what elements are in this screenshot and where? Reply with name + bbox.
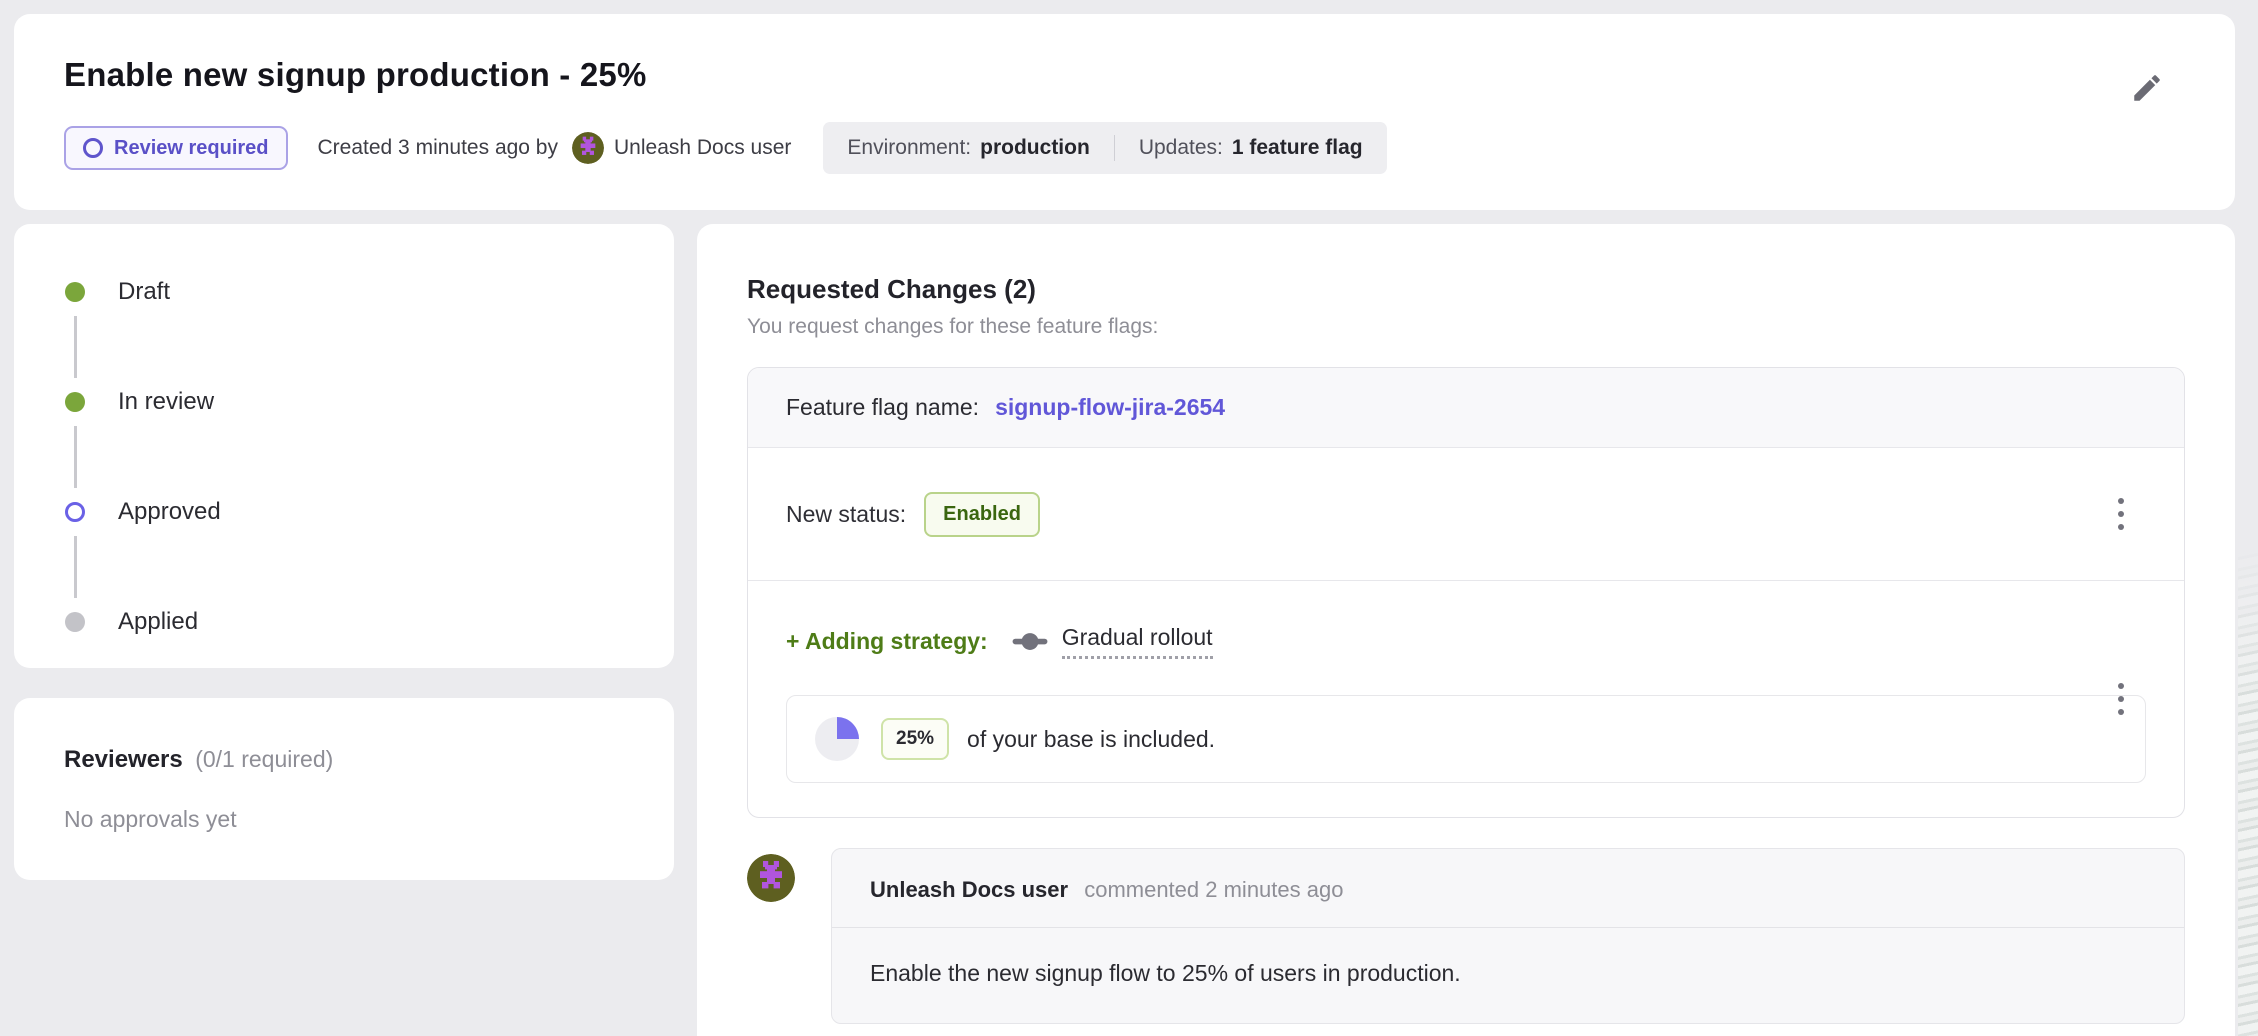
comment-timestamp: commented 2 minutes ago	[1084, 877, 1343, 902]
timeline-connector	[74, 426, 77, 488]
pencil-icon	[2130, 71, 2164, 105]
step-pending-dot-icon	[65, 612, 85, 632]
rollout-description: of your base is included.	[967, 726, 1215, 753]
kebab-menu-icon	[2118, 498, 2124, 504]
edit-title-button[interactable]	[2125, 66, 2169, 110]
environment-label: Environment:	[847, 136, 971, 160]
timeline-step-draft: Draft	[64, 278, 634, 306]
requested-changes-title: Requested Changes (2)	[747, 274, 2185, 305]
author-avatar	[572, 132, 604, 164]
avatar-robot-icon	[747, 854, 795, 902]
comment-thread: Unleash Docs user commented 2 minutes ag…	[747, 848, 2185, 1024]
timeline-step-label: Draft	[118, 278, 170, 306]
flag-name-row: Feature flag name: signup-flow-jira-2654	[748, 368, 2184, 448]
background-texture	[2238, 552, 2258, 1036]
pill-divider	[1114, 135, 1115, 161]
no-approvals-text: No approvals yet	[64, 806, 634, 833]
timeline-step-label: Applied	[118, 608, 198, 636]
page-title: Enable new signup production - 25%	[64, 56, 2185, 94]
reviewers-title: Reviewers	[64, 746, 183, 773]
change-request-header-card: Enable new signup production - 25% Revie…	[14, 14, 2235, 210]
kebab-menu-icon	[2118, 683, 2124, 689]
commenter-avatar	[747, 854, 795, 902]
circle-outline-icon	[83, 138, 103, 158]
requested-changes-card: Requested Changes (2) You request change…	[697, 224, 2235, 1036]
step-done-dot-icon	[65, 282, 85, 302]
status-row-menu-button[interactable]	[2110, 490, 2132, 538]
strategy-name-link[interactable]: Gradual rollout	[1062, 624, 1213, 659]
timeline-step-applied: Applied	[64, 608, 634, 636]
timeline-connector	[74, 316, 77, 378]
strategy-row-menu-button[interactable]	[2110, 675, 2132, 723]
comment-header: Unleash Docs user commented 2 minutes ag…	[832, 849, 2184, 928]
flag-name-link[interactable]: signup-flow-jira-2654	[995, 394, 1225, 421]
comment-author: Unleash Docs user	[870, 877, 1068, 902]
reviewers-heading: Reviewers (0/1 required)	[64, 746, 634, 774]
environment-value: production	[980, 136, 1090, 160]
adding-strategy-section: + Adding strategy: Gradual rollout	[748, 580, 2184, 817]
status-timeline-card: Draft In review Approved Applied	[14, 224, 674, 668]
pie-chart-icon	[813, 715, 861, 763]
updates-value: 1 feature flag	[1232, 136, 1363, 160]
change-request-page: Enable new signup production - 25% Revie…	[0, 0, 2258, 1036]
flag-name-label: Feature flag name:	[786, 394, 979, 421]
reviewers-requirement: (0/1 required)	[195, 746, 333, 772]
review-required-label: Review required	[114, 137, 269, 160]
author-name: Unleash Docs user	[614, 136, 791, 160]
step-current-ring-icon	[65, 502, 85, 522]
header-meta-row: Review required Created 3 minutes ago by	[64, 122, 2185, 174]
adding-strategy-label: + Adding strategy:	[786, 628, 988, 655]
rollout-summary-box: 25% of your base is included.	[786, 695, 2146, 783]
created-text: Created 3 minutes ago by	[318, 136, 558, 160]
new-status-row: New status: Enabled	[748, 448, 2184, 580]
gradual-rollout-icon	[1012, 628, 1048, 655]
new-status-label: New status:	[786, 501, 906, 528]
avatar-robot-icon	[572, 132, 604, 164]
timeline-step-label: Approved	[118, 498, 221, 526]
timeline-step-in-review: In review	[64, 388, 634, 416]
updates-label: Updates:	[1139, 136, 1223, 160]
timeline-step-label: In review	[118, 388, 214, 416]
feature-flag-changes-panel: Feature flag name: signup-flow-jira-2654…	[747, 367, 2185, 818]
comment-card: Unleash Docs user commented 2 minutes ag…	[831, 848, 2185, 1024]
timeline-step-approved: Approved	[64, 498, 634, 526]
rollout-percentage-badge: 25%	[881, 718, 949, 760]
timeline-connector	[74, 536, 77, 598]
comment-body: Enable the new signup flow to 25% of use…	[832, 928, 2184, 1023]
review-required-badge: Review required	[64, 126, 288, 170]
step-done-dot-icon	[65, 392, 85, 412]
enabled-status-badge: Enabled	[924, 492, 1040, 537]
requested-changes-subtitle: You request changes for these feature fl…	[747, 315, 2185, 339]
reviewers-card: Reviewers (0/1 required) No approvals ye…	[14, 698, 674, 880]
adding-strategy-row: + Adding strategy: Gradual rollout	[786, 619, 2146, 663]
environment-pill: Environment: production Updates: 1 featu…	[823, 122, 1386, 174]
